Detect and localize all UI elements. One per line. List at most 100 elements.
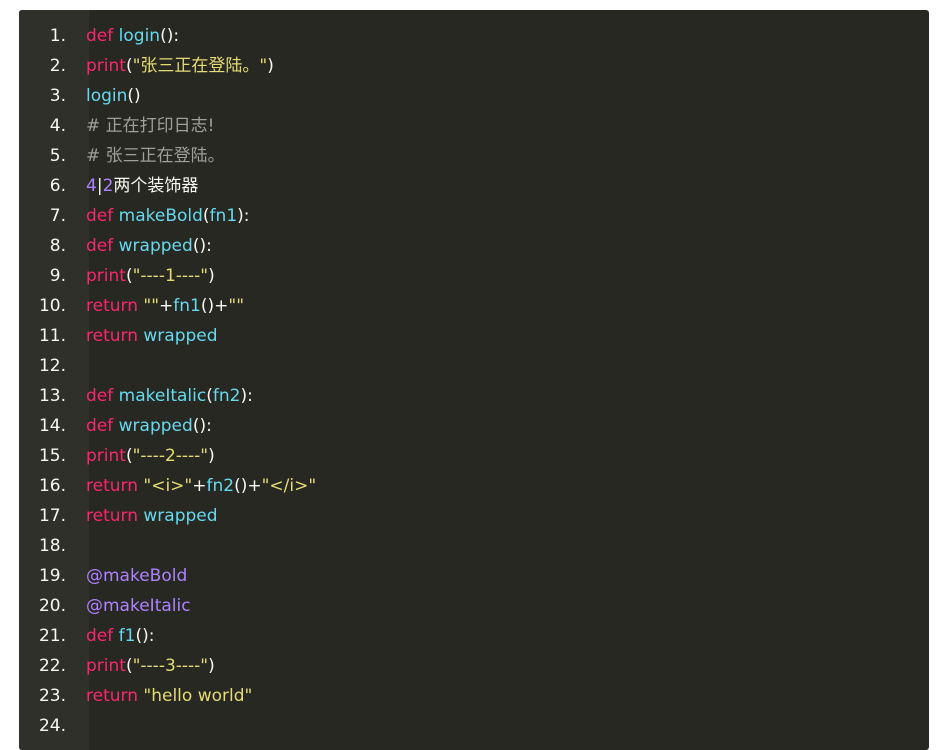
code-text: def wrapped():	[86, 411, 212, 441]
code-text: print("----1----")	[86, 261, 215, 291]
code-token-kw: def	[86, 416, 114, 436]
code-token-pl: (	[125, 656, 133, 676]
code-line: 2. print("张三正在登陆。")	[19, 51, 929, 81]
line-number: 23.	[38, 686, 66, 706]
code-line: 17. return wrapped	[19, 501, 929, 531]
code-token-pl: (	[206, 386, 213, 406]
code-token-fn: f1	[118, 626, 136, 646]
code-lines: 1. def login(): 2. print("张三正在登陆。") 3. login(…	[19, 21, 929, 741]
code-token-str: "</i>"	[261, 476, 317, 496]
line-number: 14.	[38, 416, 66, 436]
code-token-pl: ():	[160, 26, 180, 46]
code-text: return ""+fn1()+""	[86, 291, 244, 321]
code-token-dec: @makeItalic	[86, 596, 191, 616]
code-text: print("张三正在登陆。")	[86, 51, 274, 81]
code-line: 9. print("----1----")	[19, 261, 929, 291]
code-text: return "hello world"	[86, 681, 252, 711]
page-margin	[929, 0, 950, 735]
code-token-pl: )	[208, 446, 215, 466]
code-token-kw: def	[86, 206, 114, 226]
code-token-fn: wrapped	[143, 506, 218, 526]
code-text: print("----3----")	[86, 651, 215, 681]
line-number: 21.	[38, 626, 66, 646]
code-text: @makeItalic	[86, 591, 191, 621]
code-text: # 正在打印日志!	[86, 111, 214, 141]
line-number: 1.	[49, 26, 66, 46]
code-token-str: "----2----"	[132, 446, 209, 466]
code-token-fn: fn2	[206, 476, 235, 496]
line-number: 5.	[49, 146, 66, 166]
code-token-pl: ):	[237, 206, 250, 226]
code-token-str: "----3----"	[132, 656, 209, 676]
code-token-pl: ()	[127, 86, 141, 106]
code-line: 14. def wrapped():	[19, 411, 929, 441]
code-token-fn: wrapped	[143, 326, 218, 346]
code-token-kw: print	[86, 446, 126, 466]
code-token-fn: wrapped	[118, 236, 193, 256]
code-token-str: "hello world"	[143, 686, 253, 706]
line-number: 13.	[38, 386, 66, 406]
line-number: 16.	[38, 476, 66, 496]
code-text: return "<i>"+fn2()+"</i>"	[86, 471, 316, 501]
code-token-fn: makeBold	[118, 206, 203, 226]
code-line: 24.	[19, 711, 929, 741]
code-token-kw: print	[86, 266, 126, 286]
code-token-pl: (	[202, 206, 210, 226]
code-line: 4. # 正在打印日志!	[19, 111, 929, 141]
line-number: 8.	[49, 236, 66, 256]
code-text: def makeItalic(fn2):	[86, 381, 253, 411]
code-line: 23. return "hello world"	[19, 681, 929, 711]
line-number: 15.	[38, 446, 66, 466]
code-token-str: ""	[143, 296, 160, 316]
code-line: 7. def makeBold(fn1):	[19, 201, 929, 231]
line-number: 7.	[49, 206, 66, 226]
code-text: # 张三正在登陆。	[86, 141, 225, 171]
code-token-fn: login	[86, 86, 128, 106]
code-token-num: 4	[86, 176, 97, 196]
code-text: def f1():	[86, 621, 154, 651]
code-token-kw: return	[86, 326, 138, 346]
code-token-pl: +	[159, 296, 174, 316]
code-text: @makeBold	[86, 561, 187, 591]
code-token-kw: def	[86, 626, 114, 646]
code-token-pl: ):	[240, 386, 253, 406]
code-token-pl: +	[192, 476, 207, 496]
line-number: 3.	[49, 86, 66, 106]
code-text: print("----2----")	[86, 441, 215, 471]
line-number: 22.	[38, 656, 66, 676]
code-line: 3. login()	[19, 81, 929, 111]
code-line: 11. return wrapped	[19, 321, 929, 351]
code-line: 10. return ""+fn1()+""	[19, 291, 929, 321]
code-line: 1. def login():	[19, 21, 929, 51]
code-token-str: "<i>"	[143, 476, 193, 496]
code-text: return wrapped	[86, 501, 218, 531]
code-text: return wrapped	[86, 321, 218, 351]
code-token-pl: )	[208, 266, 215, 286]
code-token-fn: login	[118, 26, 161, 46]
line-number: 11.	[38, 326, 66, 346]
code-line: 5. # 张三正在登陆。	[19, 141, 929, 171]
code-token-pl: )	[267, 56, 274, 76]
code-token-num: 2	[102, 176, 114, 196]
line-number: 12.	[38, 356, 66, 376]
code-block: 1. def login(): 2. print("张三正在登陆。") 3. login(…	[19, 10, 929, 750]
code-text: def login():	[86, 21, 179, 51]
code-token-kw: def	[86, 26, 114, 46]
code-token-kw: return	[86, 296, 138, 316]
code-line: 16. return "<i>"+fn2()+"</i>"	[19, 471, 929, 501]
code-token-str: "----1----"	[132, 266, 209, 286]
line-number: 2.	[49, 56, 66, 76]
code-line: 12.	[19, 351, 929, 381]
code-token-fn: fn2	[212, 386, 241, 406]
code-line: 20. @makeItalic	[19, 591, 929, 621]
code-line: 6. 4|2两个装饰器	[19, 171, 929, 201]
line-number: 17.	[38, 506, 66, 526]
code-line: 8. def wrapped():	[19, 231, 929, 261]
code-token-kw: return	[86, 476, 138, 496]
code-token-cm: # 张三正在登陆。	[86, 146, 225, 166]
code-text: 4|2两个装饰器	[86, 171, 198, 201]
code-line: 13. def makeItalic(fn2):	[19, 381, 929, 411]
code-token-pl: (	[125, 266, 133, 286]
line-number: 19.	[38, 566, 66, 586]
code-token-fn: wrapped	[118, 416, 193, 436]
